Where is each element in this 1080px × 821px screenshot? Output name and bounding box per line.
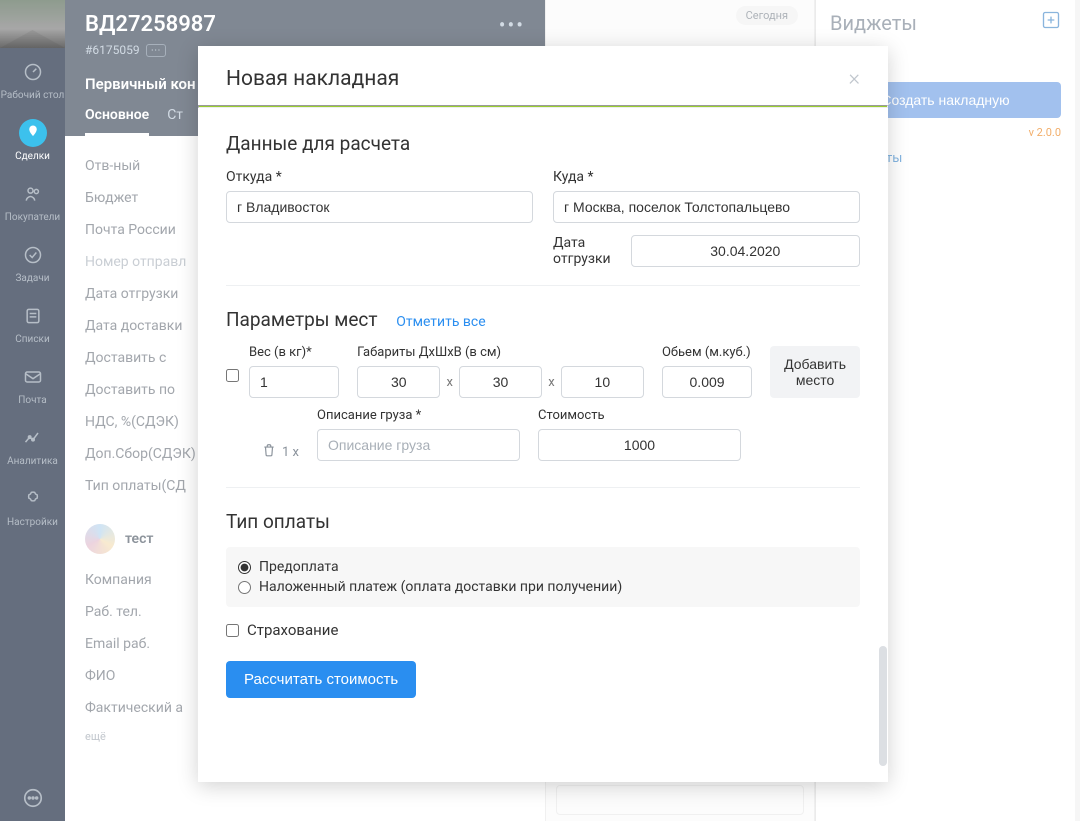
ship-date-input[interactable]	[631, 235, 860, 267]
insurance-checkbox[interactable]	[226, 624, 239, 637]
volume-label: Обьем (м.куб.)	[662, 345, 752, 360]
payment-radio-group: Предоплата Наложенный платеж (оплата дос…	[226, 547, 860, 607]
pay-cod-radio[interactable]	[238, 581, 251, 594]
dim-width-input[interactable]	[459, 366, 542, 398]
ship-date-label: Дата отгрузки	[553, 235, 611, 267]
new-invoice-modal: Новая накладная × Данные для расчета Отк…	[198, 46, 888, 782]
scrollbar-thumb[interactable]	[879, 646, 887, 766]
weight-input[interactable]	[249, 366, 339, 398]
count-label: 1 x	[282, 445, 299, 460]
place-checkbox[interactable]	[226, 369, 239, 382]
modal-scrollbar[interactable]	[878, 46, 888, 782]
dim-length-input[interactable]	[357, 366, 440, 398]
pay-prepaid-option[interactable]: Предоплата	[238, 557, 848, 577]
insurance-label: Страхование	[247, 621, 338, 639]
pay-prepaid-radio[interactable]	[238, 561, 251, 574]
from-input[interactable]	[226, 191, 533, 223]
section-params-text: Параметры мест	[226, 308, 377, 331]
cost-input[interactable]	[538, 429, 741, 461]
section-pay-title: Тип оплаты	[226, 510, 860, 533]
dim-x-1: x	[444, 375, 454, 390]
add-place-button[interactable]: Добавить место	[770, 346, 860, 398]
dim-x-2: x	[546, 375, 556, 390]
volume-input[interactable]	[662, 366, 752, 398]
modal-title: Новая накладная	[226, 67, 399, 91]
to-input[interactable]	[553, 191, 860, 223]
insurance-option[interactable]: Страхование	[226, 621, 860, 639]
close-icon[interactable]: ×	[848, 66, 860, 91]
from-label: Откуда *	[226, 169, 533, 185]
pay-cod-option[interactable]: Наложенный платеж (оплата доставки при п…	[238, 577, 848, 597]
dim-height-input[interactable]	[561, 366, 644, 398]
mark-all-link[interactable]: Отметить все	[396, 314, 485, 330]
desc-label: Описание груза *	[317, 408, 520, 423]
dims-label: Габариты ДхШхВ (в см)	[357, 345, 644, 360]
pay-prepaid-label: Предоплата	[259, 559, 339, 575]
cost-label: Стоимость	[538, 408, 741, 423]
calculate-button[interactable]: Рассчитать стоимость	[226, 661, 416, 698]
weight-label: Вес (в кг)*	[249, 345, 339, 360]
pay-cod-label: Наложенный платеж (оплата доставки при п…	[259, 579, 622, 595]
section-calc-title: Данные для расчета	[226, 132, 860, 155]
desc-input[interactable]	[317, 429, 520, 461]
trash-icon[interactable]	[262, 443, 276, 461]
section-params-title: Параметры мест Отметить все	[226, 308, 860, 331]
to-label: Куда *	[553, 169, 860, 185]
